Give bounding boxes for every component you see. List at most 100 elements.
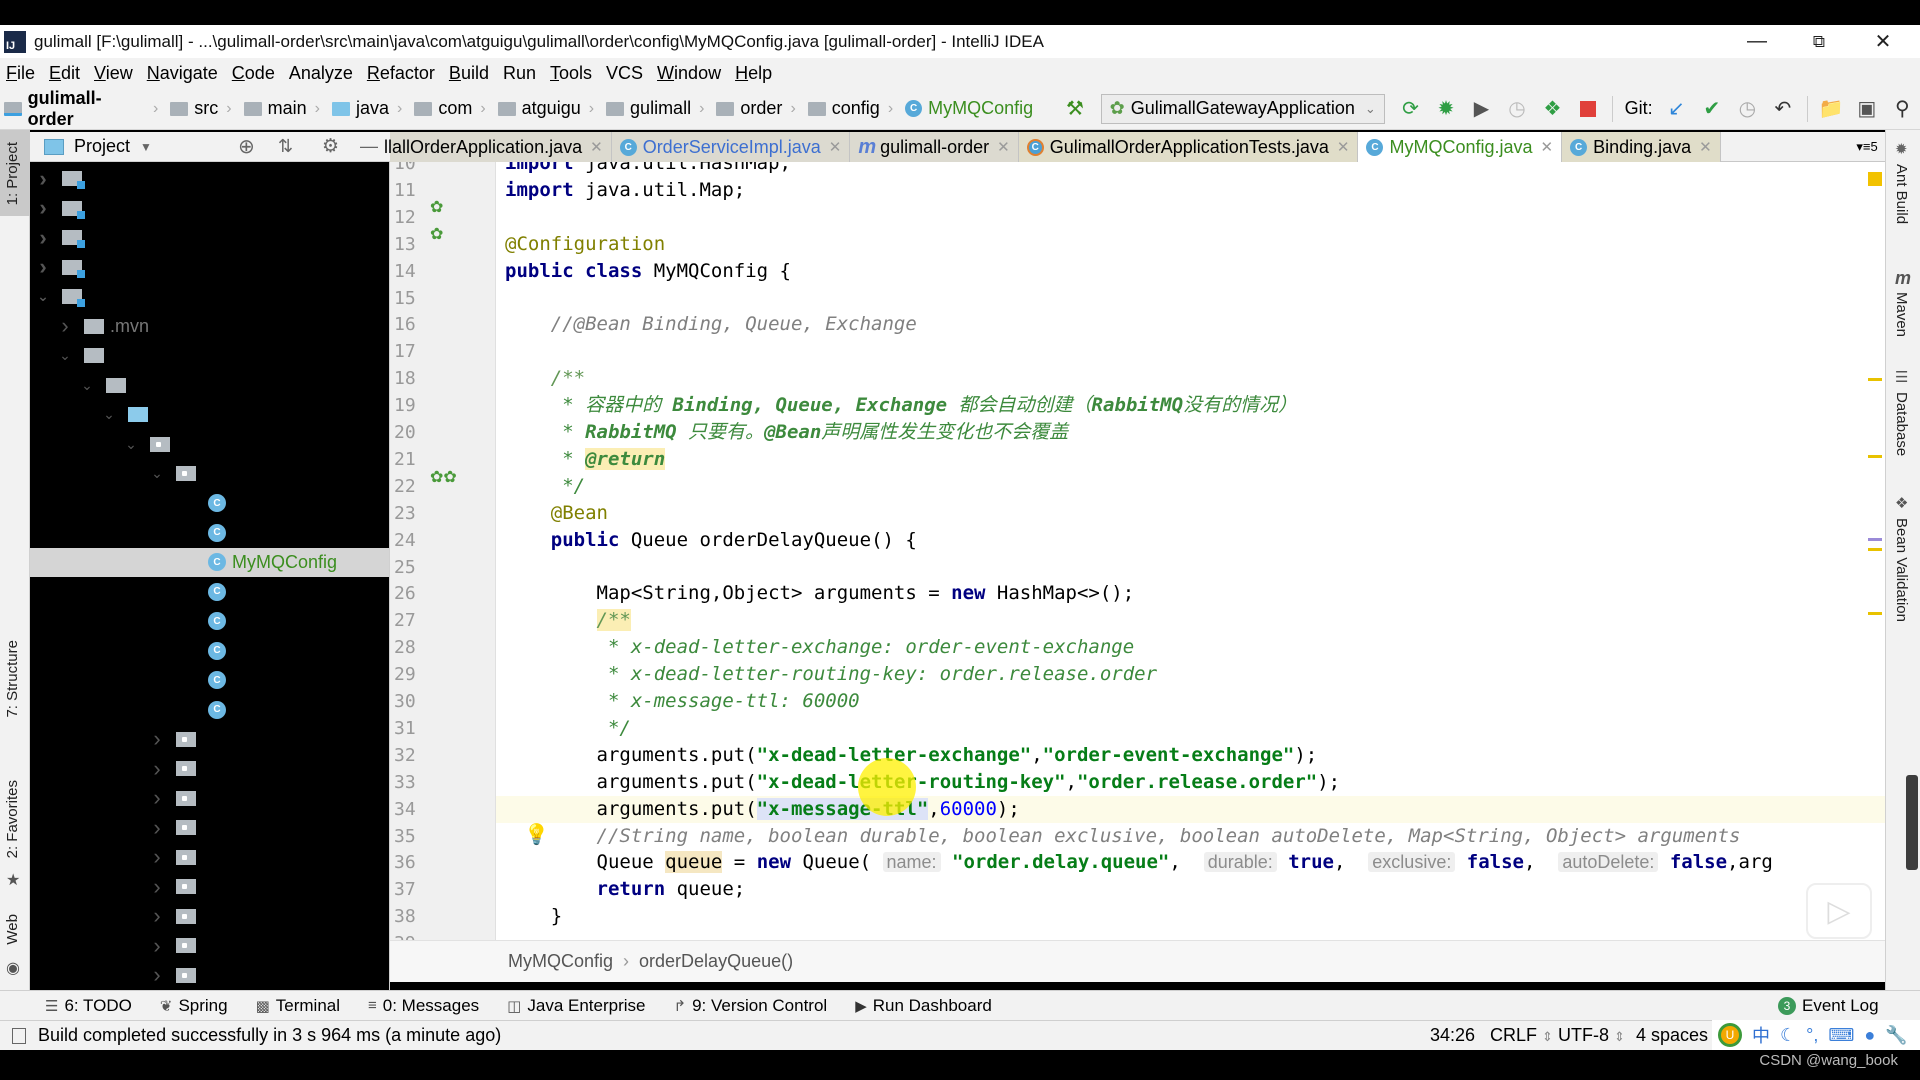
tool-window-spring[interactable]: ❦ Spring — [160, 996, 228, 1016]
code-line[interactable]: 36 Queue queue = new Queue( name: "order… — [390, 849, 1885, 876]
line-number[interactable]: 10 — [394, 162, 424, 177]
caret-position[interactable]: 34:26 — [1430, 1025, 1475, 1046]
tool-tab-project[interactable]: 1: Project — [4, 142, 21, 205]
line-number[interactable]: 14 — [394, 258, 424, 285]
chevron-down-icon[interactable]: ⌄ — [34, 288, 52, 305]
chevron-down-icon[interactable]: ⌄ — [148, 465, 166, 482]
tree-item[interactable]: ⌄ gulimall-order — [34, 282, 208, 311]
bean-method-gutter-icon[interactable]: ✿✿ — [430, 467, 457, 487]
run-anything-icon[interactable]: ▣ — [1853, 95, 1880, 123]
tree-item[interactable]: › constant — [148, 725, 270, 754]
tree-item[interactable]: › gulimall-coupon — [34, 194, 227, 223]
menu-edit[interactable]: Edit — [49, 63, 80, 84]
editor-tab[interactable]: C Binding.java ✕ — [1562, 132, 1721, 162]
code-line[interactable]: 28 * x-dead-letter-exchange: order-event… — [390, 634, 1885, 661]
line-number[interactable]: 22 — [394, 473, 424, 500]
menu-navigate[interactable]: Navigate — [147, 63, 218, 84]
menu-code[interactable]: Code — [232, 63, 275, 84]
editor-tab[interactable]: C GulimallOrderApplicationTests.java ✕ — [1018, 132, 1359, 162]
code-line[interactable]: 19 * 容器中的 Binding, Queue, Exchange 都会自动创… — [390, 392, 1885, 419]
code-line[interactable]: 25 — [390, 554, 1885, 581]
line-number[interactable]: 13 — [394, 231, 424, 258]
line-number[interactable]: 32 — [394, 742, 424, 769]
tree-item[interactable]: › interceptor — [148, 902, 287, 931]
user-icon[interactable]: ● — [1864, 1025, 1875, 1046]
editor-tab[interactable]: m gulimall-order ✕ — [850, 132, 1019, 162]
chevron-right-icon[interactable]: › — [148, 785, 166, 811]
tree-item[interactable]: › to — [148, 961, 217, 990]
code-line[interactable]: 18 /** — [390, 365, 1885, 392]
tool-tab-structure[interactable]: 7: Structure — [4, 640, 21, 718]
tree-item[interactable]: C OrderWebConfi — [208, 666, 357, 695]
project-structure-icon[interactable]: 📁 — [1818, 95, 1845, 123]
editor-breadcrumb-class[interactable]: MyMQConfig — [508, 951, 613, 972]
code-line[interactable]: 13 @Configuration — [390, 231, 1885, 258]
tree-item[interactable]: › .mvn — [56, 312, 149, 341]
breadcrumb-config[interactable]: config › — [807, 98, 901, 119]
build-hammer-icon[interactable]: ⚒ — [1061, 95, 1088, 123]
tool-tab-ant-build[interactable]: Ant Build — [1893, 164, 1910, 224]
code-line[interactable]: 39 — [390, 930, 1885, 940]
line-number[interactable]: 24 — [394, 527, 424, 554]
code-line[interactable]: 14 public class MyMQConfig { — [390, 258, 1885, 285]
editor-breadcrumb-method[interactable]: orderDelayQueue() — [639, 951, 793, 972]
menu-analyze[interactable]: Analyze — [289, 63, 353, 84]
tool-window-java-enterprise[interactable]: ◫ Java Enterprise — [507, 996, 645, 1016]
attach-debugger-icon[interactable]: ❖ — [1539, 95, 1566, 123]
line-number[interactable]: 31 — [394, 715, 424, 742]
tree-item[interactable]: › controller — [148, 754, 276, 783]
tree-item[interactable]: C MySeataConfig — [208, 607, 355, 636]
line-number[interactable]: 16 — [394, 311, 424, 338]
tool-window-version-control[interactable]: ↱ 9: Version Control — [673, 996, 827, 1016]
restore-button[interactable]: ⧉ — [1788, 25, 1850, 58]
line-number[interactable]: 18 — [394, 365, 424, 392]
breadcrumb-mymqconfig[interactable]: C MyMQConfig — [905, 98, 1033, 119]
code-line[interactable]: 10 import java.util.HashMap; — [390, 162, 1885, 177]
line-number[interactable]: 35 — [394, 823, 424, 850]
breadcrumb-gulimall-order[interactable]: gulimall-order › — [4, 88, 166, 130]
line-number[interactable]: 23 — [394, 500, 424, 527]
error-stripe-marker[interactable] — [1868, 455, 1882, 458]
line-number[interactable]: 12 — [394, 204, 424, 231]
chevron-down-icon[interactable]: ⌄ — [56, 347, 74, 364]
breadcrumb-order[interactable]: order › — [716, 98, 803, 119]
tool-tab-database[interactable]: Database — [1893, 392, 1910, 456]
ime-language-toggle[interactable]: 中 — [1752, 1022, 1770, 1048]
code-line[interactable]: 20 * RabbitMQ 只要有。@Bean声明属性发生变化也不会覆盖 — [390, 419, 1885, 446]
status-message-icon[interactable] — [12, 1027, 26, 1044]
tree-item[interactable]: › entity — [148, 813, 245, 842]
editor-tab[interactable]: C OrderServiceImpl.java ✕ — [611, 132, 851, 162]
locate-file-icon[interactable]: ⊕ — [238, 134, 255, 159]
chevron-right-icon[interactable]: › — [148, 962, 166, 988]
indent-select[interactable]: 4 spaces — [1636, 1025, 1708, 1046]
line-number[interactable]: 37 — [394, 876, 424, 903]
chevron-right-icon[interactable]: › — [148, 726, 166, 752]
code-line[interactable]: 27 /** — [390, 607, 1885, 634]
tree-item[interactable]: C ThreadPoolConf — [208, 695, 363, 724]
line-number[interactable]: 15 — [394, 285, 424, 312]
tree-item[interactable]: C MyThreadConfig — [208, 636, 365, 665]
chevron-right-icon[interactable]: › — [148, 844, 166, 870]
close-window-button[interactable]: ✕ — [1852, 25, 1914, 58]
error-stripe-marker[interactable] — [1868, 378, 1882, 381]
code-line[interactable]: 38 } — [390, 903, 1885, 930]
chevron-right-icon[interactable]: › — [56, 313, 74, 339]
chevron-down-icon[interactable]: ⌄ — [122, 436, 140, 453]
editor-tab[interactable]: llallOrderApplication.java ✕ — [384, 132, 612, 162]
code-line[interactable]: 26 Map<String,Object> arguments = new Ha… — [390, 580, 1885, 607]
line-number[interactable]: 34 — [394, 796, 424, 823]
minimize-button[interactable]: — — [1726, 25, 1788, 58]
tree-item[interactable]: › service — [148, 931, 259, 960]
chevron-right-icon[interactable]: › — [34, 166, 52, 192]
git-update-icon[interactable]: ↙ — [1663, 95, 1690, 123]
close-tab-icon[interactable]: ✕ — [1541, 138, 1554, 156]
tree-item[interactable]: ⌄ com.atguigu.gulimall.or — [122, 430, 361, 459]
tree-item[interactable]: ⌄ main — [78, 371, 171, 400]
hide-panel-icon[interactable]: — — [360, 136, 378, 157]
profile-icon[interactable]: ◷ — [1503, 95, 1530, 123]
close-tab-icon[interactable]: ✕ — [829, 138, 842, 156]
encoding-select[interactable]: UTF-8 ⇕ — [1558, 1025, 1625, 1046]
project-view-select[interactable]: Project — [74, 136, 130, 157]
chevron-right-icon[interactable]: › — [148, 903, 166, 929]
code-line[interactable]: 17 — [390, 338, 1885, 365]
